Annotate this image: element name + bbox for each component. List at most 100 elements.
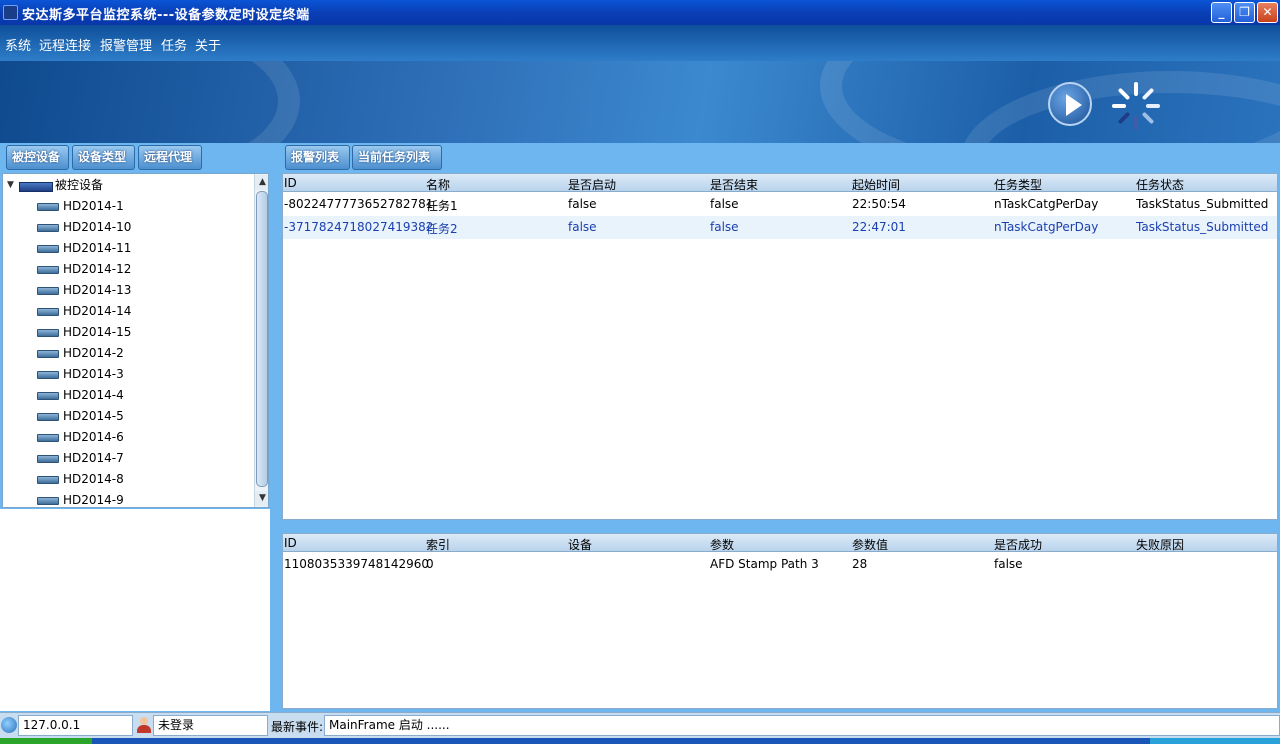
tree-item-label: HD2014-12 — [63, 262, 132, 276]
device-icon — [37, 476, 59, 484]
param-table-column-header[interactable]: 参数 — [710, 536, 734, 553]
tree-item-label: HD2014-9 — [63, 493, 124, 507]
tree-item[interactable]: HD2014-2 — [3, 343, 253, 364]
task-table-cell: false — [568, 197, 597, 211]
tree-scrollbar[interactable]: ▲ ▼ — [254, 174, 268, 507]
param-table-column-header[interactable]: 设备 — [568, 536, 592, 553]
param-table-row[interactable]: 1108035339748142960 0 AFD Stamp Path 3 28 fa… — [283, 553, 1277, 576]
tab-alarm-list[interactable]: 报警列表 — [285, 145, 350, 170]
param-table-cell: 28 — [852, 557, 868, 571]
tree-item[interactable]: HD2014-10 — [3, 217, 253, 238]
title-bar: 安达斯多平台监控系统---设备参数定时设定终端 _ ❐ ✕ — [0, 0, 1280, 25]
tree-item[interactable]: HD2014-11 — [3, 238, 253, 259]
param-table: ID 索引 设备 参数 参数值 是否成功 失败原因 1108035339748142960 0… — [282, 533, 1278, 709]
device-icon — [37, 245, 59, 253]
tab-device-types[interactable]: 设备类型 — [72, 145, 135, 170]
task-table-cell: nTaskCatgPerDay — [994, 197, 1099, 211]
menu-remote-connect[interactable]: 远程连接 — [39, 35, 91, 54]
task-table-cell: TaskStatus_Submitted — [1136, 197, 1269, 211]
spinner-icon — [1112, 82, 1160, 130]
ip-field: 127.0.0.1 — [18, 715, 133, 736]
login-status-field: 未登录 — [153, 715, 268, 736]
device-tree: ▼ 被控设备 HD2014-1 HD2014-10 HD2014-11 HD2014-… — [2, 173, 269, 508]
menu-system[interactable]: 系统 — [5, 35, 31, 54]
device-icon — [37, 287, 59, 295]
user-icon — [137, 717, 151, 733]
task-table-column-header[interactable]: 起始时间 — [852, 176, 900, 193]
task-table-cell: false — [568, 220, 597, 234]
device-icon — [37, 266, 59, 274]
tree-item[interactable]: HD2014-8 — [3, 469, 253, 490]
menu-bar: 系统 远程连接 报警管理 任务 关于 — [0, 25, 1280, 61]
tree-item-label: HD2014-10 — [63, 220, 132, 234]
tree-item[interactable]: HD2014-12 — [3, 259, 253, 280]
device-icon — [37, 434, 59, 442]
maximize-icon: ❐ — [1239, 5, 1250, 19]
tree-root[interactable]: ▼ 被控设备 — [3, 175, 253, 196]
device-icon — [37, 329, 59, 337]
task-table-header: ID 名称 是否启动 是否结束 起始时间 任务类型 任务状态 — [283, 174, 1277, 192]
param-table-column-header[interactable]: 参数值 — [852, 536, 888, 553]
task-table-column-header[interactable]: 任务类型 — [994, 176, 1042, 193]
task-table-column-header[interactable]: 任务状态 — [1136, 176, 1184, 193]
scroll-thumb[interactable] — [256, 191, 268, 487]
tree-item[interactable]: HD2014-5 — [3, 406, 253, 427]
param-table-column-header[interactable]: ID — [284, 536, 297, 550]
scroll-up-icon[interactable]: ▲ — [255, 175, 268, 190]
task-table-column-header[interactable]: 是否结束 — [710, 176, 758, 193]
device-group-icon — [19, 182, 53, 192]
param-table-column-header[interactable]: 失败原因 — [1136, 536, 1184, 553]
taskbar-strip — [0, 738, 1280, 744]
param-table-cell: AFD Stamp Path 3 — [710, 557, 819, 571]
minimize-button[interactable]: _ — [1211, 2, 1232, 23]
window-title: 安达斯多平台监控系统---设备参数定时设定终端 — [22, 8, 310, 23]
device-icon — [37, 392, 59, 400]
tree-root-label: 被控设备 — [55, 178, 104, 192]
tab-remote-proxy[interactable]: 远程代理 — [138, 145, 202, 170]
device-icon — [37, 497, 59, 505]
expand-arrow-icon[interactable]: ▼ — [7, 175, 14, 196]
tree-item-label: HD2014-5 — [63, 409, 124, 423]
param-table-cell: 0 — [426, 557, 434, 571]
task-table-cell: 任务2 — [426, 222, 458, 236]
scroll-down-icon[interactable]: ▼ — [255, 491, 268, 506]
tree-item[interactable]: HD2014-9 — [3, 490, 253, 507]
device-icon — [37, 308, 59, 316]
task-table-cell: 22:47:01 — [852, 220, 906, 234]
param-table-cell: 1108035339748142960 — [284, 557, 430, 571]
task-table-cell: 22:50:54 — [852, 197, 906, 211]
tree-item[interactable]: HD2014-4 — [3, 385, 253, 406]
device-icon — [37, 350, 59, 358]
tree-item[interactable]: HD2014-7 — [3, 448, 253, 469]
tree-item[interactable]: HD2014-6 — [3, 427, 253, 448]
play-icon[interactable] — [1048, 82, 1092, 126]
tree-item-label: HD2014-7 — [63, 451, 124, 465]
menu-alarm-management[interactable]: 报警管理 — [100, 35, 152, 54]
task-table-cell: TaskStatus_Submitted — [1136, 220, 1269, 234]
tree-item-label: HD2014-14 — [63, 304, 132, 318]
param-table-column-header[interactable]: 索引 — [426, 536, 450, 553]
task-table-row[interactable]: -3717824718027419382 任务2 false false 22:47:0… — [283, 216, 1277, 239]
task-table-column-header[interactable]: 是否启动 — [568, 176, 616, 193]
task-table-column-header[interactable]: 名称 — [426, 176, 450, 193]
param-table-column-header[interactable]: 是否成功 — [994, 536, 1042, 553]
close-button[interactable]: ✕ — [1257, 2, 1278, 23]
tree-item-label: HD2014-1 — [63, 199, 124, 213]
menu-task[interactable]: 任务 — [161, 35, 187, 54]
tree-item[interactable]: HD2014-3 — [3, 364, 253, 385]
tree-item[interactable]: HD2014-13 — [3, 280, 253, 301]
left-empty-area — [0, 509, 270, 711]
tab-controlled-devices[interactable]: 被控设备 — [6, 145, 69, 170]
device-icon — [37, 413, 59, 421]
menu-about[interactable]: 关于 — [195, 35, 221, 54]
task-table-cell: nTaskCatgPerDay — [994, 220, 1099, 234]
task-table-column-header[interactable]: ID — [284, 176, 297, 190]
task-table-row[interactable]: -8022477773652782781 任务1 false false 22:50:5… — [283, 193, 1277, 216]
tree-item[interactable]: HD2014-14 — [3, 301, 253, 322]
tree-item[interactable]: HD2014-1 — [3, 196, 253, 217]
tree-item-label: HD2014-13 — [63, 283, 132, 297]
maximize-button[interactable]: ❐ — [1234, 2, 1255, 23]
status-bar: 127.0.0.1 未登录 最新事件: MainFrame 启动 ...... — [0, 712, 1280, 738]
tree-item[interactable]: HD2014-15 — [3, 322, 253, 343]
tab-current-task-list[interactable]: 当前任务列表 — [352, 145, 442, 170]
